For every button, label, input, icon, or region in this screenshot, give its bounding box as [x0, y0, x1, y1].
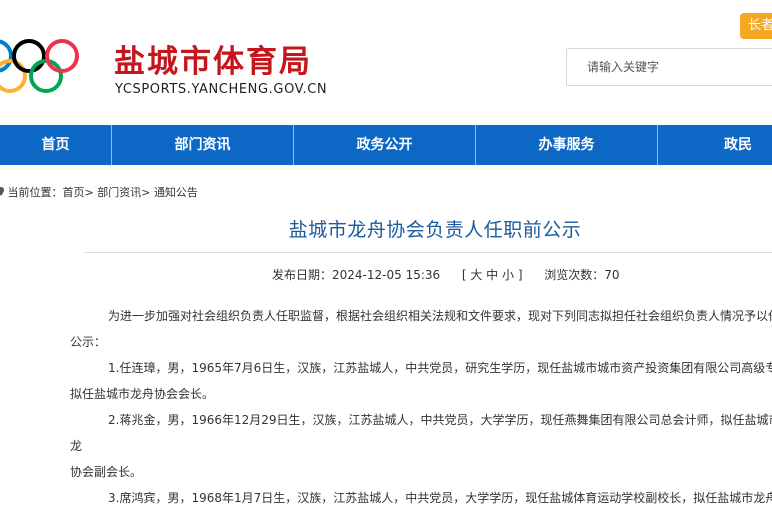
font-size-medium[interactable]: 中	[486, 268, 498, 282]
breadcrumb-notices[interactable]: 通知公告	[154, 186, 198, 199]
breadcrumb-prefix: 当前位置：	[7, 186, 63, 199]
nav-government-affairs[interactable]: 政务公开	[294, 125, 476, 165]
site-title: 盐城市体育局	[114, 44, 312, 80]
font-size-close: ]	[517, 268, 523, 282]
article-body: 为进一步加强对社会组织负责人任职监督，根据社会组织相关法规和文件要求，现对下列同…	[70, 303, 772, 511]
breadcrumb-separator: >	[141, 186, 151, 199]
title-divider	[84, 252, 772, 253]
search-input[interactable]	[566, 48, 772, 86]
breadcrumb-department-news[interactable]: 部门资讯	[97, 186, 141, 199]
paragraph: 1.任连璋，男，1965年7月6日生，汉族，江苏盐城人，中共党员，研究生学历，现…	[70, 361, 772, 401]
font-size-open: [	[461, 268, 467, 282]
site-header: 盐城市体育局 YCSPORTS.YANCHENG.GOV.CN 长者	[0, 0, 772, 125]
nav-services[interactable]: 办事服务	[476, 125, 658, 165]
nav-home[interactable]: 首页	[0, 125, 112, 165]
olympic-rings-logo	[0, 39, 79, 93]
paragraph: 为进一步加强对社会组织负责人任职监督，根据社会组织相关法规和文件要求，现对下列同…	[70, 309, 772, 349]
breadcrumb-separator: >	[84, 186, 94, 199]
view-count: 70	[604, 268, 620, 282]
breadcrumb: 当前位置：首页> 部门资讯> 通知公告	[0, 184, 198, 200]
nav-interaction[interactable]: 政民	[658, 125, 772, 165]
article-title: 盐城市龙舟协会负责人任职前公示	[288, 219, 582, 241]
site-domain: YCSPORTS.YANCHENG.GOV.CN	[115, 82, 328, 97]
font-size-large[interactable]: 大	[470, 268, 482, 282]
breadcrumb-home[interactable]: 首页	[63, 186, 85, 199]
location-icon	[0, 187, 4, 196]
main-nav: 首页 部门资讯 政务公开 办事服务 政民	[0, 125, 772, 165]
nav-department-news[interactable]: 部门资讯	[112, 125, 294, 165]
publish-date: 2024-12-05 15:36	[332, 268, 441, 282]
font-size-small[interactable]: 小	[502, 268, 514, 282]
paragraph: 2.蒋兆金，男，1966年12月29日生，汉族，江苏盐城人，中共党员，大学学历，…	[70, 413, 772, 479]
view-count-label: 浏览次数：	[544, 268, 605, 282]
article-meta: 发布日期：2024-12-05 15:36 [ 大 中 小 ] 浏览次数：70	[272, 266, 620, 283]
elder-mode-button[interactable]: 长者	[740, 13, 772, 39]
publish-date-label: 发布日期：	[272, 268, 333, 282]
paragraph: 3.席鸿宾，男，1968年1月7日生，汉族，江苏盐城人，中共党员，大学学历，现任…	[108, 491, 772, 505]
